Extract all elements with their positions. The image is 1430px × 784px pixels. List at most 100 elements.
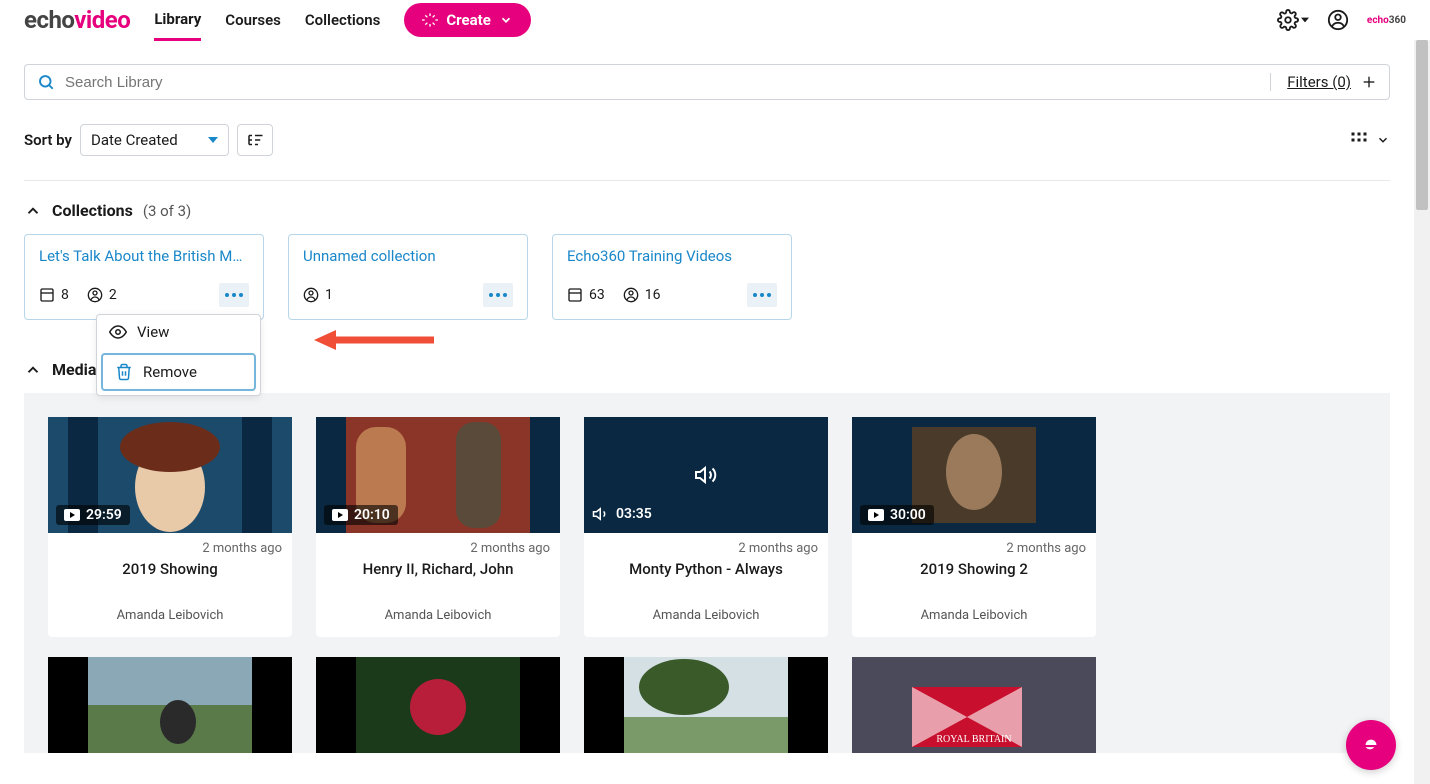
- sort-direction-button[interactable]: [237, 124, 273, 156]
- echo360-logo[interactable]: echo360: [1367, 15, 1406, 26]
- grid-icon: [1350, 131, 1368, 149]
- caret-down-icon: [208, 135, 218, 145]
- play-icon: [64, 509, 80, 521]
- collection-title-link[interactable]: Let's Talk About the British Mo...: [39, 247, 249, 265]
- svg-text:ROYAL BRITAIN: ROYAL BRITAIN: [936, 734, 1011, 745]
- collection-member-count: 2: [87, 287, 117, 303]
- toolbar-divider: [24, 180, 1390, 181]
- play-icon: [332, 509, 348, 521]
- collection-more-button[interactable]: [219, 283, 249, 307]
- nav-tabs: Library Courses Collections: [154, 0, 380, 41]
- media-author: Amanda Leibovich: [862, 608, 1086, 623]
- chevron-down-icon: [499, 13, 513, 27]
- media-thumbnail: 20:10: [316, 417, 560, 533]
- media-grid-container: 29:59 2 months ago 2019 Showing Amanda L…: [24, 393, 1390, 753]
- nav-tab-courses[interactable]: Courses: [225, 1, 281, 39]
- collection-member-count: 16: [623, 287, 661, 303]
- main-content: Filters (0) Sort by Date Created Collect…: [0, 40, 1414, 777]
- media-date: 2 months ago: [326, 541, 550, 556]
- play-icon: [868, 509, 884, 521]
- help-fab[interactable]: [1346, 720, 1396, 770]
- media-thumbnail[interactable]: [584, 657, 828, 753]
- media-author: Amanda Leibovich: [594, 608, 818, 623]
- media-author: Amanda Leibovich: [326, 608, 550, 623]
- collections-count: (3 of 3): [143, 202, 191, 220]
- media-date: 2 months ago: [862, 541, 1086, 556]
- media-thumbnail: 29:59: [48, 417, 292, 533]
- media-thumbnail[interactable]: [316, 657, 560, 753]
- media-card[interactable]: 29:59 2 months ago 2019 Showing Amanda L…: [48, 417, 292, 637]
- collection-member-count: 1: [303, 287, 333, 303]
- media-grid: 29:59 2 months ago 2019 Showing Amanda L…: [48, 417, 1366, 637]
- sort-select[interactable]: Date Created: [80, 124, 229, 156]
- collection-actions-menu: View Remove: [96, 314, 261, 396]
- search-bar: Filters (0): [24, 64, 1390, 100]
- sort-value: Date Created: [91, 131, 178, 149]
- collection-card: Echo360 Training Videos 63 16: [552, 234, 792, 320]
- search-icon: [37, 73, 55, 91]
- brand-part1: echo: [24, 6, 74, 34]
- media-title: Media: [52, 360, 96, 379]
- gear-icon: [1277, 9, 1299, 31]
- top-header: echovideo Library Courses Collections Cr…: [0, 0, 1430, 40]
- media-title: Monty Python - Always: [594, 560, 818, 598]
- search-input[interactable]: [65, 74, 1270, 91]
- plus-icon: [1361, 74, 1377, 90]
- speaker-icon: [694, 463, 718, 487]
- media-title: 2019 Showing 2: [862, 560, 1086, 598]
- collection-more-button[interactable]: [483, 283, 513, 307]
- media-thumbnail[interactable]: [48, 657, 292, 753]
- sort-icon: [246, 131, 264, 149]
- sparkle-icon: [422, 12, 438, 28]
- media-date: 2 months ago: [594, 541, 818, 556]
- speaker-small-icon: [592, 505, 610, 523]
- trash-icon: [115, 363, 133, 381]
- settings-button[interactable]: [1277, 9, 1309, 31]
- duration-badge: 30:00: [860, 505, 934, 525]
- nav-tab-collections[interactable]: Collections: [305, 1, 381, 39]
- collection-media-count: 63: [567, 287, 605, 303]
- media-date: 2 months ago: [58, 541, 282, 556]
- menu-item-view[interactable]: View: [97, 315, 260, 349]
- collection-title-link[interactable]: Echo360 Training Videos: [567, 247, 777, 265]
- media-card[interactable]: 20:10 2 months ago Henry II, Richard, Jo…: [316, 417, 560, 637]
- chevron-down-icon: [1376, 133, 1390, 147]
- media-card[interactable]: 03:35 2 months ago Monty Python - Always…: [584, 417, 828, 637]
- sort-by-label: Sort by: [24, 131, 72, 149]
- create-label: Create: [446, 11, 490, 29]
- e-icon: [1358, 732, 1384, 758]
- brand-logo[interactable]: echovideo: [24, 6, 130, 34]
- user-icon: [303, 287, 319, 303]
- menu-item-remove[interactable]: Remove: [101, 353, 256, 391]
- create-button[interactable]: Create: [404, 3, 530, 37]
- media-icon: [39, 287, 55, 303]
- filters-button[interactable]: Filters (0): [1270, 73, 1377, 91]
- collection-media-count: 8: [39, 287, 69, 303]
- collection-more-button[interactable]: [747, 283, 777, 307]
- nav-tab-library[interactable]: Library: [154, 0, 201, 41]
- media-row-2: ROYAL BRITAIN: [48, 657, 1366, 753]
- chevron-up-icon: [24, 361, 42, 379]
- chevron-up-icon: [24, 202, 42, 220]
- collection-title-link[interactable]: Unnamed collection: [303, 247, 513, 265]
- user-icon: [87, 287, 103, 303]
- collections-title: Collections: [52, 201, 133, 220]
- filters-label: Filters (0): [1287, 73, 1351, 91]
- collections-section-header[interactable]: Collections (3 of 3): [24, 201, 1390, 220]
- media-card[interactable]: 30:00 2 months ago 2019 Showing 2 Amanda…: [852, 417, 1096, 637]
- media-thumbnail: 30:00: [852, 417, 1096, 533]
- view-mode-toggle[interactable]: [1350, 131, 1390, 149]
- duration-badge: 03:35: [592, 503, 660, 525]
- media-thumbnail[interactable]: ROYAL BRITAIN: [852, 657, 1096, 753]
- scrollbar[interactable]: [1414, 40, 1430, 784]
- media-title: Henry II, Richard, John: [326, 560, 550, 598]
- library-toolbar: Sort by Date Created: [24, 124, 1390, 176]
- media-author: Amanda Leibovich: [58, 608, 282, 623]
- collection-meta: 63 16: [567, 283, 777, 307]
- media-title: 2019 Showing: [58, 560, 282, 598]
- media-icon: [567, 287, 583, 303]
- scrollbar-thumb[interactable]: [1416, 40, 1428, 210]
- account-icon[interactable]: [1327, 9, 1349, 31]
- media-thumbnail: 03:35: [584, 417, 828, 533]
- header-right: echo360: [1277, 9, 1406, 31]
